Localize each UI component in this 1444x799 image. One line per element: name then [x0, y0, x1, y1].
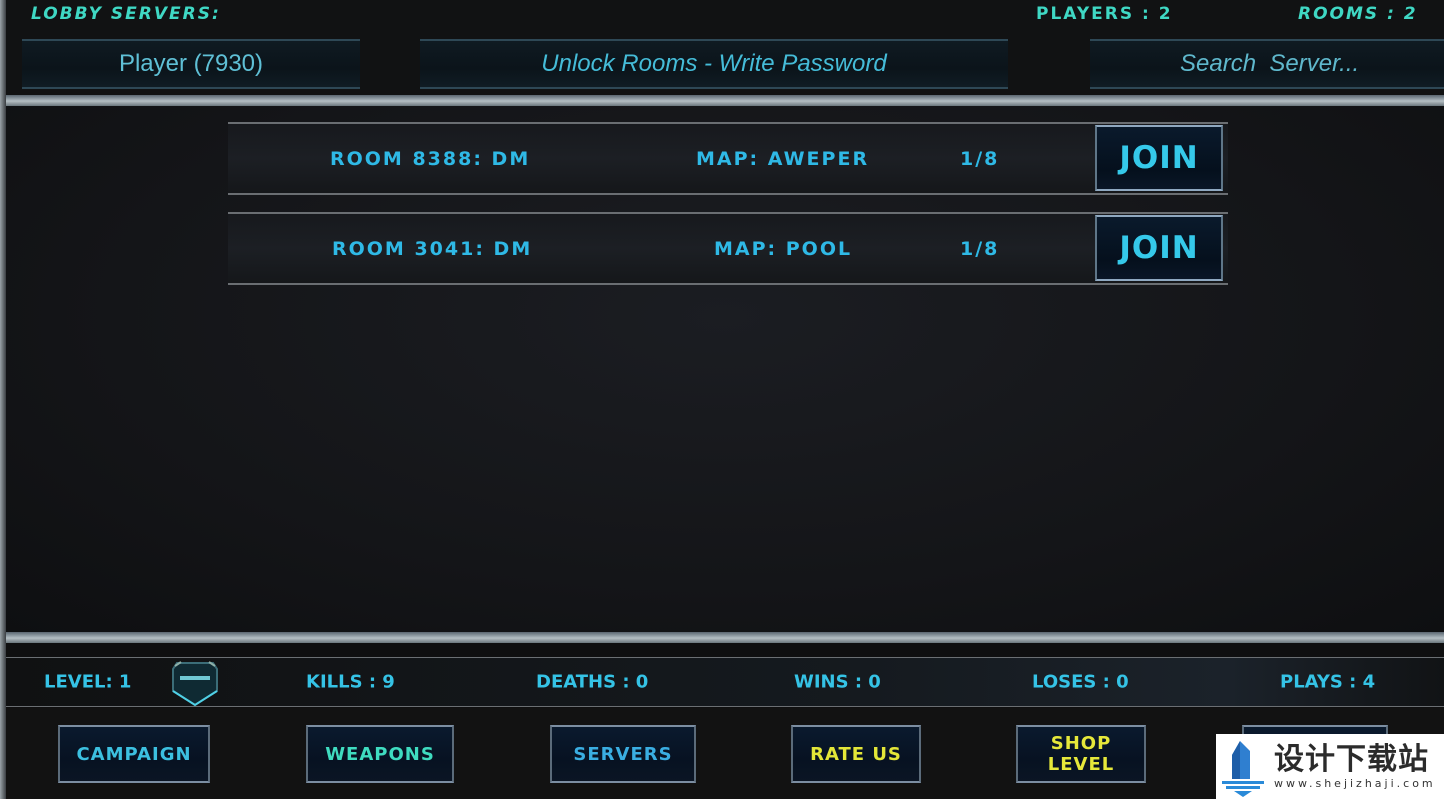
room-row: ROOM 3041: DM MAP: POOL 1/8 JOIN	[228, 212, 1228, 285]
room-list: ROOM 8388: DM MAP: AWEPER 1/8 JOIN ROOM …	[6, 106, 1444, 632]
stat-wins: WINS : 0	[794, 671, 881, 693]
players-count: PLAYERS : 2	[1036, 4, 1173, 24]
watermark-title: 设计下载站	[1274, 742, 1429, 777]
rate-us-button[interactable]: RATE US	[791, 725, 921, 783]
room-row: ROOM 8388: DM MAP: AWEPER 1/8 JOIN	[228, 122, 1228, 195]
player-name-field[interactable]	[22, 39, 360, 89]
room-player-count: 1/8	[960, 147, 1000, 170]
rooms-count: ROOMS : 2	[1298, 4, 1418, 24]
player-name-input[interactable]	[22, 50, 360, 78]
stat-deaths: DEATHS : 0	[536, 671, 649, 693]
bottom-divider	[6, 632, 1444, 643]
shop-level-line1: SHOP	[1050, 733, 1112, 754]
weapons-button[interactable]: WEAPONS	[306, 725, 454, 783]
stat-level: LEVEL: 1	[44, 671, 132, 693]
servers-button[interactable]: SERVERS	[550, 725, 696, 783]
player-stats-bar: LEVEL: 1 KILLS : 9 DEATHS : 0 WINS : 0 L…	[6, 657, 1444, 707]
watermark-url: www.shejizhaji.com	[1274, 777, 1436, 790]
password-field[interactable]	[420, 39, 1008, 89]
room-name: ROOM 8388: DM	[330, 147, 531, 170]
room-player-count: 1/8	[960, 237, 1000, 260]
join-button[interactable]: JOIN	[1095, 215, 1223, 281]
shop-level-line2: LEVEL	[1047, 754, 1115, 775]
shop-level-button[interactable]: SHOP LEVEL	[1016, 725, 1146, 783]
stat-plays: PLAYS : 4	[1280, 671, 1376, 693]
campaign-button[interactable]: CAMPAIGN	[58, 725, 210, 783]
search-server-input[interactable]	[1180, 50, 1444, 78]
watermark: 设计下载站 www.shejizhaji.com	[1216, 734, 1444, 799]
stat-loses: LOSES : 0	[1032, 671, 1129, 693]
join-button[interactable]: JOIN	[1095, 125, 1223, 191]
password-input[interactable]	[420, 50, 1008, 78]
watermark-logo-icon	[1222, 740, 1264, 797]
search-server-field[interactable]	[1090, 39, 1444, 89]
lobby-servers-title: LOBBY SERVERS:	[31, 4, 221, 24]
top-bar: LOBBY SERVERS: PLAYERS : 2 ROOMS : 2	[6, 0, 1444, 96]
room-map: MAP: POOL	[714, 237, 853, 260]
room-name: ROOM 3041: DM	[332, 237, 533, 260]
top-divider	[6, 95, 1444, 106]
room-map: MAP: AWEPER	[696, 147, 870, 170]
stat-kills: KILLS : 9	[306, 671, 395, 693]
rank-badge-icon	[172, 661, 218, 707]
